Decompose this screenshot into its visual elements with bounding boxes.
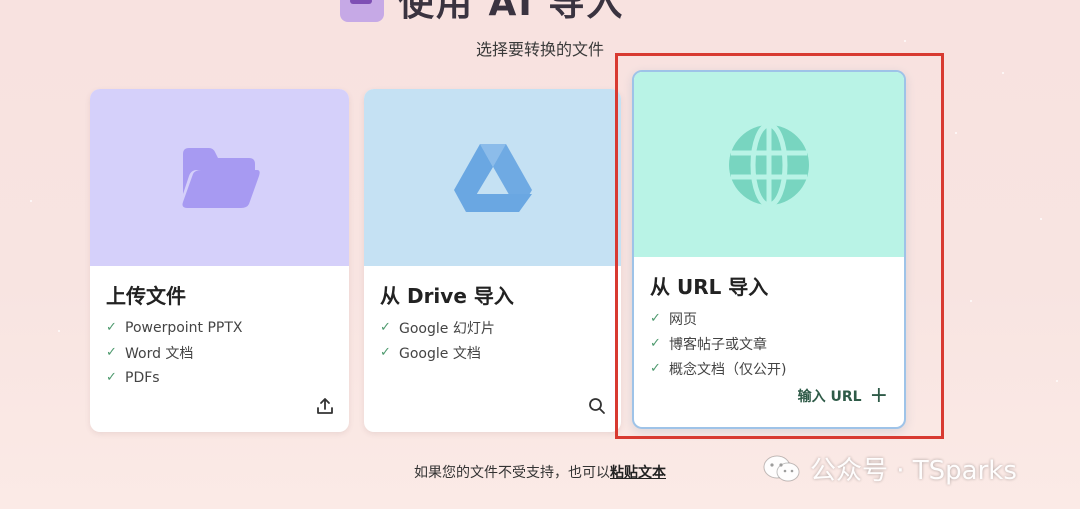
page-title: 使用 AI 导入 <box>398 0 625 24</box>
list-item: ✓ Google 幻灯片 <box>380 315 605 340</box>
check-icon: ✓ <box>650 361 661 376</box>
check-icon: ✓ <box>650 311 661 326</box>
search-icon[interactable] <box>587 396 607 416</box>
sparkle <box>970 300 972 302</box>
globe-icon <box>729 122 809 207</box>
upload-icon[interactable] <box>315 396 335 416</box>
card-title: 从 Drive 导入 <box>380 284 514 308</box>
feature-list: ✓ Powerpoint PPTX ✓ Word 文档 ✓ PDFs <box>106 315 333 390</box>
page-header: 使用 AI 导入 <box>340 0 624 24</box>
feature-label: PDFs <box>125 369 160 386</box>
feature-list: ✓ 网页 ✓ 博客帖子或文章 ✓ 概念文档（仅公开) <box>650 306 888 381</box>
check-icon: ✓ <box>380 320 391 335</box>
sparkle <box>955 132 957 134</box>
feature-list: ✓ Google 幻灯片 ✓ Google 文档 <box>380 315 605 365</box>
sparkle <box>1040 218 1042 220</box>
check-icon: ✓ <box>106 370 117 385</box>
card-banner <box>364 89 621 266</box>
folder-icon <box>182 147 260 208</box>
list-item: ✓ Word 文档 <box>106 340 333 365</box>
paste-text-link[interactable]: 粘贴文本 <box>610 465 666 481</box>
sparkle <box>30 200 32 202</box>
wechat-icon <box>763 455 800 481</box>
feature-label: Google 幻灯片 <box>399 320 495 337</box>
url-import-card[interactable]: 从 URL 导入 ✓ 网页 ✓ 博客帖子或文章 ✓ 概念文档（仅公开) 输入 URL … <box>632 70 906 429</box>
sparkle <box>1002 72 1004 74</box>
list-item: ✓ 博客帖子或文章 <box>650 331 888 356</box>
check-icon: ✓ <box>650 336 661 351</box>
page-subtitle: 选择要转换的文件 <box>475 40 604 59</box>
list-item: ✓ Powerpoint PPTX <box>106 315 333 340</box>
feature-label: 网页 <box>669 311 697 328</box>
upload-file-card[interactable]: 上传文件 ✓ Powerpoint PPTX ✓ Word 文档 ✓ PDFs <box>90 89 349 432</box>
card-body: 上传文件 ✓ Powerpoint PPTX ✓ Word 文档 ✓ PDFs <box>90 266 349 432</box>
feature-label: Word 文档 <box>125 345 194 362</box>
card-banner <box>90 89 349 266</box>
check-icon: ✓ <box>380 345 391 360</box>
enter-url-label: 输入 URL <box>797 389 862 405</box>
feature-label: Google 文档 <box>399 345 481 362</box>
drive-import-card[interactable]: 从 Drive 导入 ✓ Google 幻灯片 ✓ Google 文档 <box>364 89 621 432</box>
feature-label: 概念文档（仅公开) <box>669 361 787 378</box>
list-item: ✓ PDFs <box>106 365 333 390</box>
list-item: ✓ 概念文档（仅公开) <box>650 356 888 381</box>
check-icon: ✓ <box>106 345 117 360</box>
enter-url-button[interactable]: 输入 URL + <box>798 385 888 407</box>
google-drive-icon <box>453 143 532 212</box>
sparkle <box>1056 380 1058 382</box>
sparkle <box>58 330 60 332</box>
plus-icon: + <box>869 383 888 408</box>
card-title: 从 URL 导入 <box>650 275 769 299</box>
list-item: ✓ 网页 <box>650 306 888 331</box>
check-icon: ✓ <box>106 320 117 335</box>
card-title: 上传文件 <box>106 284 186 308</box>
card-body: 从 Drive 导入 ✓ Google 幻灯片 ✓ Google 文档 <box>364 266 621 432</box>
list-item: ✓ Google 文档 <box>380 340 605 365</box>
feature-label: Powerpoint PPTX <box>125 319 243 336</box>
feature-label: 博客帖子或文章 <box>669 336 767 353</box>
footer-text: 如果您的文件不受支持，也可以 <box>414 465 610 481</box>
watermark: 公众号 · TSparks <box>762 450 1017 487</box>
watermark-text: 公众号 · TSparks <box>810 456 1017 486</box>
card-banner <box>634 72 904 257</box>
import-icon <box>340 0 384 22</box>
